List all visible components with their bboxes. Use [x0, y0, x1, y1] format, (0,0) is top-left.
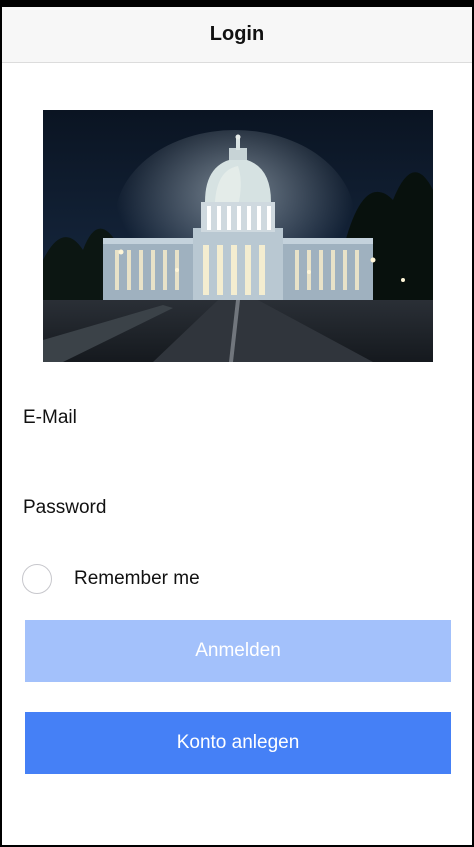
- remember-me-label: Remember me: [74, 568, 200, 589]
- password-field[interactable]: [23, 527, 443, 561]
- login-screen: Login E-Mail Password Remember me Anmeld…: [2, 7, 472, 845]
- navigation-bar: Login: [2, 7, 472, 63]
- page-title: Login: [209, 23, 265, 45]
- email-label: E-Mail: [23, 407, 77, 428]
- remember-me-radio[interactable]: [22, 564, 52, 594]
- register-button[interactable]: Konto anlegen: [25, 712, 451, 774]
- capitol-building-image: [43, 110, 433, 362]
- password-label: Password: [23, 497, 107, 518]
- email-field[interactable]: [23, 437, 443, 471]
- remember-me-row[interactable]: Remember me: [22, 562, 200, 596]
- login-button[interactable]: Anmelden: [25, 620, 451, 682]
